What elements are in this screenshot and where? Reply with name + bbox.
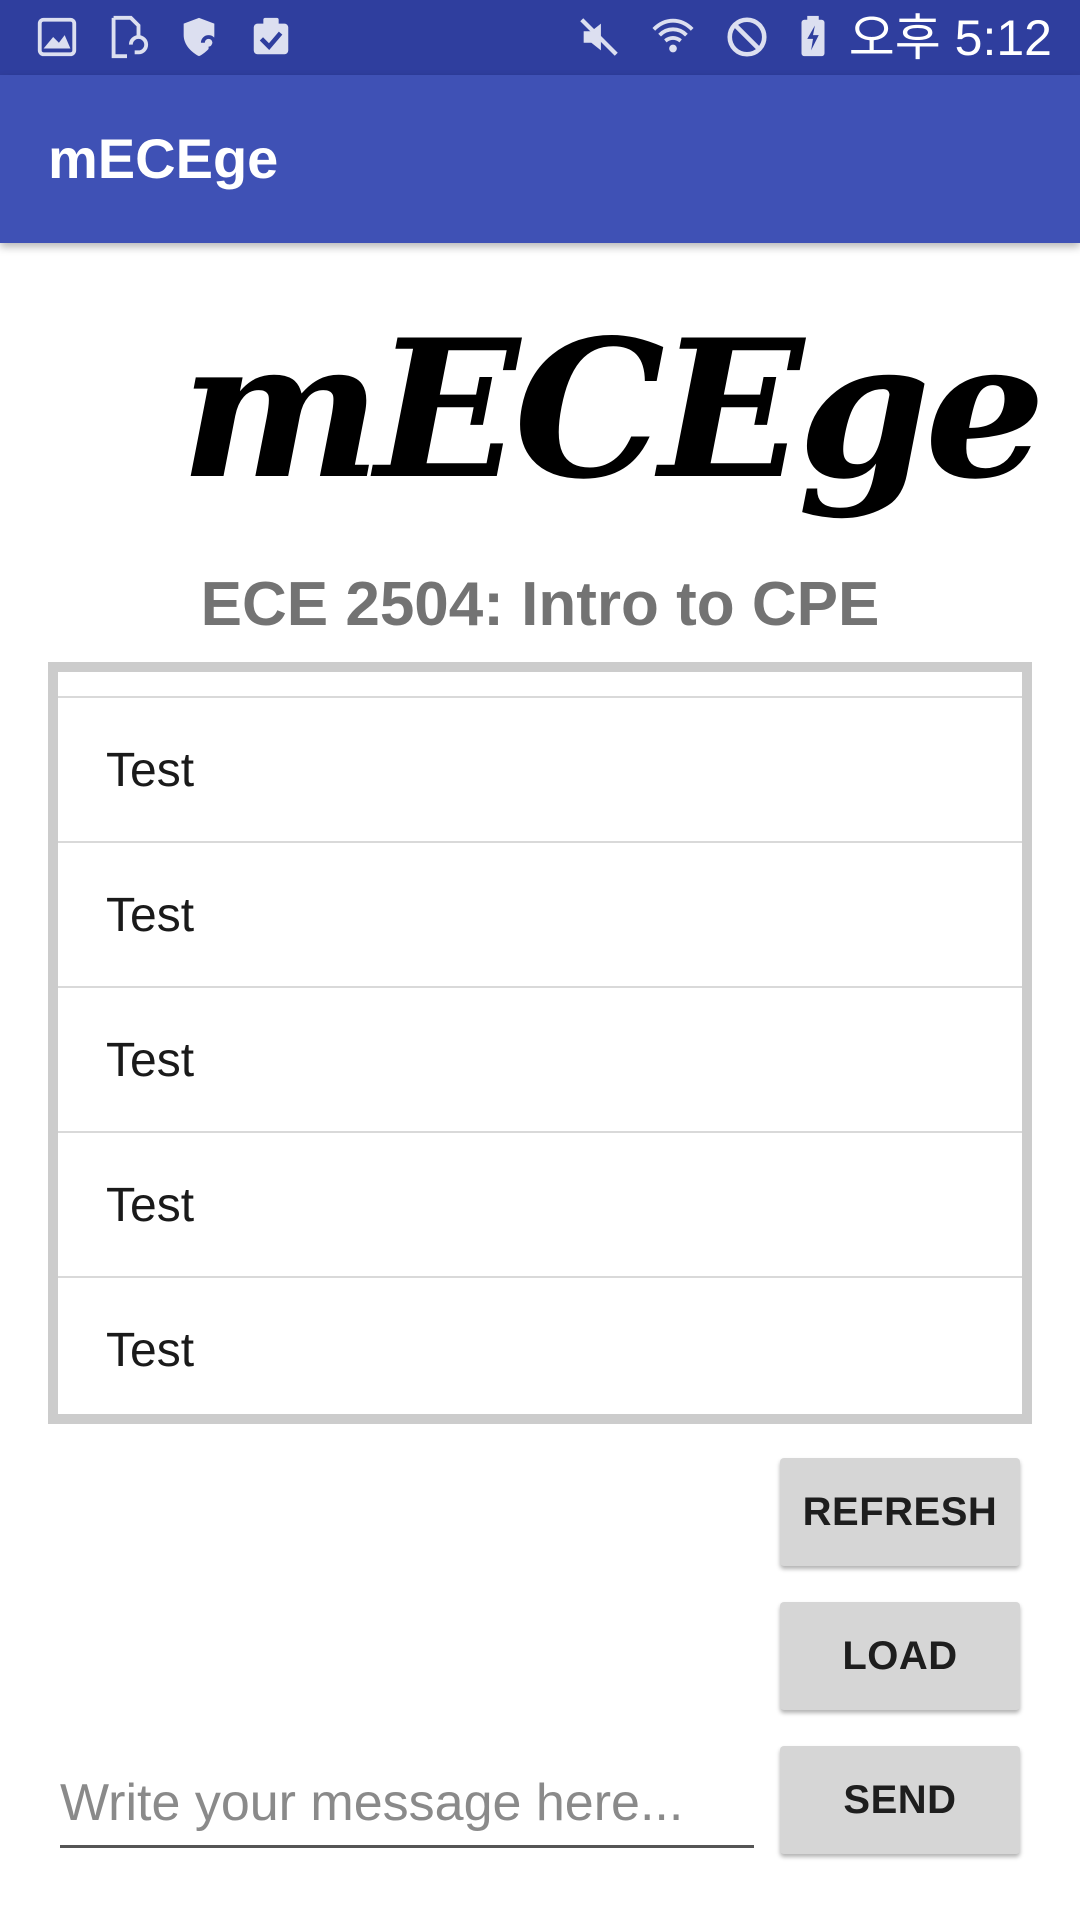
status-time: 오후 5:12 bbox=[848, 10, 1052, 66]
file-sync-icon bbox=[111, 15, 149, 59]
list-item[interactable]: Test bbox=[58, 696, 1022, 841]
message-text: Test bbox=[106, 1324, 195, 1377]
message-text: Test bbox=[106, 744, 195, 797]
message-text: Test bbox=[106, 889, 195, 942]
refresh-button[interactable]: REFRESH bbox=[780, 1458, 1020, 1566]
gallery-icon bbox=[37, 17, 77, 57]
list-item[interactable]: Test bbox=[58, 1131, 1022, 1276]
clipboard-check-icon bbox=[253, 17, 289, 55]
mute-icon bbox=[580, 18, 618, 56]
message-text: Test bbox=[106, 1034, 195, 1087]
logo-text: mECEge bbox=[180, 298, 1046, 521]
battery-charging-icon bbox=[801, 15, 825, 57]
list-item[interactable]: Test bbox=[58, 1276, 1022, 1414]
status-bar: 오후 5:12 bbox=[0, 0, 1080, 75]
app-logo: mECEge bbox=[180, 300, 1046, 540]
send-button[interactable]: SEND bbox=[780, 1746, 1020, 1854]
message-input[interactable] bbox=[60, 1760, 754, 1848]
message-text: Test bbox=[106, 1179, 195, 1232]
load-button[interactable]: LOAD bbox=[780, 1602, 1020, 1710]
list-item[interactable]: Test bbox=[58, 986, 1022, 1131]
do-not-disturb-icon bbox=[727, 17, 767, 57]
app-title: mECEge bbox=[48, 127, 279, 190]
message-list[interactable]: Test Test Test Test Test bbox=[48, 662, 1032, 1424]
list-item[interactable]: Test bbox=[58, 841, 1022, 986]
course-title: ECE 2504: Intro to CPE bbox=[200, 570, 880, 639]
shield-sync-icon bbox=[183, 17, 217, 57]
app-bar: mECEge bbox=[0, 75, 1080, 243]
wifi-icon bbox=[652, 18, 694, 53]
